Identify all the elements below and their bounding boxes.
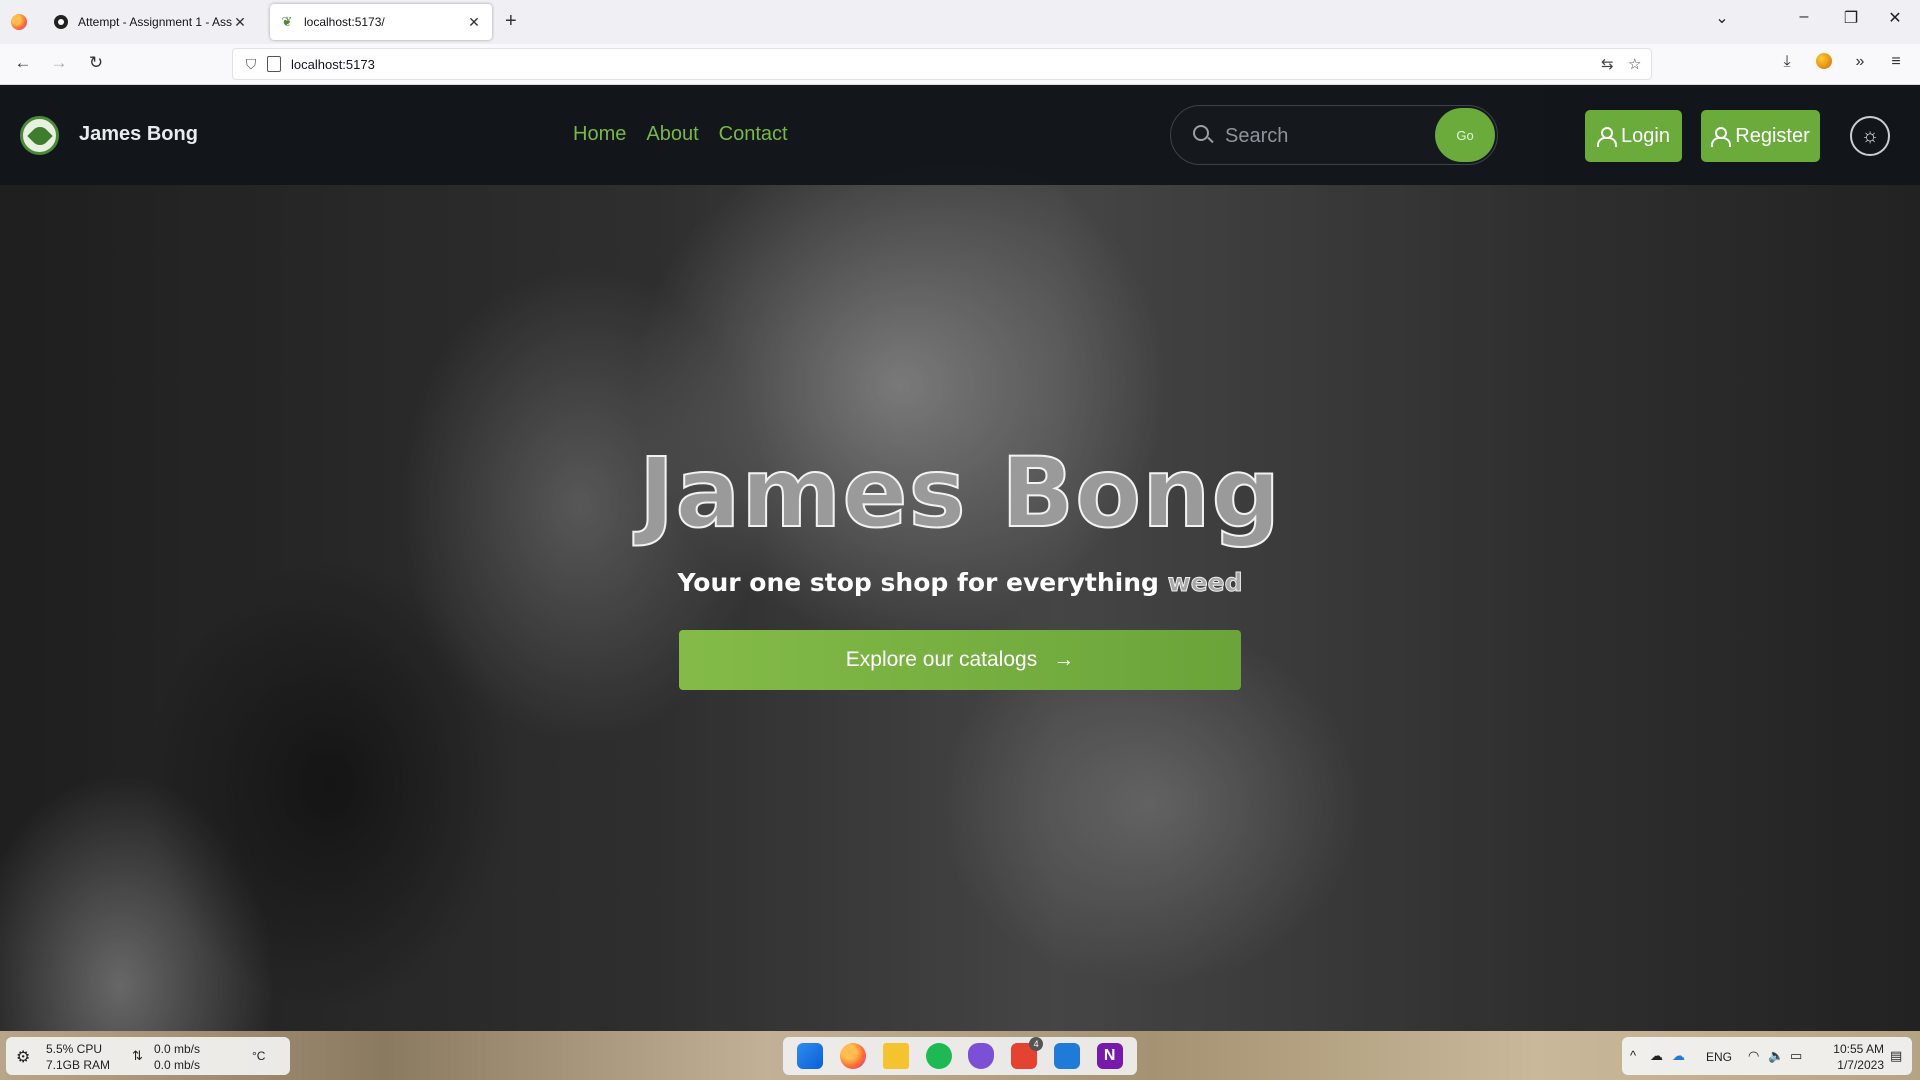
spotify-icon[interactable] [925, 1043, 952, 1069]
notification-badge: 4 [1029, 1037, 1044, 1051]
tab-close-icon[interactable]: ✕ [466, 14, 482, 31]
moodle-favicon-icon [54, 15, 68, 29]
window-close-icon[interactable]: ✕ [1880, 8, 1910, 28]
onenote-icon[interactable]: N [1096, 1043, 1123, 1069]
sun-icon: ☼ [1860, 124, 1880, 147]
downloads-icon[interactable]: ⤓ [1775, 53, 1799, 71]
nav-link-contact[interactable]: Contact [719, 123, 788, 146]
cta-label: Explore our catalogs [845, 648, 1038, 671]
tab-title: localhost:5173/ [304, 15, 385, 29]
onedrive-icon[interactable]: ☁ [1672, 1048, 1685, 1064]
cloud-icon[interactable]: ☁ [1650, 1048, 1663, 1064]
login-label: Login [1621, 124, 1670, 147]
site-navbar: James Bong Home About Contact Go Login R… [0, 85, 1920, 185]
volume-icon[interactable]: 🔈 [1768, 1048, 1784, 1064]
obsidian-icon[interactable] [968, 1043, 995, 1069]
search-input[interactable] [1225, 122, 1395, 150]
windows-taskbar: ⚙ 5.5% CPU 7.1GB RAM ⇅ 0.0 mb/s 0.0 mb/s… [0, 1031, 1920, 1080]
firefox-icon[interactable] [11, 14, 27, 30]
clock[interactable]: 10:55 AM 1/7/2023 [1824, 1041, 1884, 1073]
navigation-toolbar: ← → ↻ ⛉ localhost:5173 ⇆ ☆ ⤓ » ≡ [0, 44, 1920, 85]
login-button[interactable]: Login [1585, 110, 1682, 162]
cpu-ram-readout: 5.5% CPU 7.1GB RAM [46, 1041, 110, 1073]
forward-icon[interactable]: → [47, 53, 71, 75]
nav-link-about[interactable]: About [646, 123, 698, 146]
taskbar-apps: 4 N [783, 1037, 1137, 1075]
reload-icon[interactable]: ↻ [84, 53, 108, 75]
leaf-favicon-icon: ❦ [281, 14, 293, 29]
tab-title: Attempt - Assignment 1 - Assig [78, 15, 232, 29]
bookmark-star-icon[interactable]: ☆ [1628, 55, 1641, 73]
address-bar[interactable]: ⛉ localhost:5173 ⇆ ☆ [232, 48, 1652, 80]
cpu-usage: 5.5% CPU [46, 1042, 103, 1056]
hero-subtitle-highlight: weed [1167, 568, 1243, 598]
hero-subtitle-text: Your one stop shop for everything [677, 568, 1159, 597]
search-icon [1193, 125, 1209, 141]
clock-time: 10:55 AM [1833, 1042, 1884, 1056]
search-form: Go [1170, 105, 1498, 165]
minimize-icon[interactable]: – [1789, 8, 1819, 26]
user-plus-icon [1711, 127, 1732, 147]
search-go-button[interactable]: Go [1435, 108, 1495, 162]
network-arrows-icon: ⇅ [132, 1048, 143, 1063]
tab-close-icon[interactable]: ✕ [232, 14, 248, 31]
browser-tab-bar: Attempt - Assignment 1 - Assig ✕ ❦ local… [0, 0, 1920, 44]
battery-icon[interactable]: ▭ [1790, 1048, 1802, 1064]
windows-start-icon[interactable] [797, 1043, 824, 1069]
todoist-icon[interactable]: 4 [1011, 1037, 1044, 1069]
hero-subtitle: Your one stop shop for everything weed [0, 568, 1920, 598]
chevron-up-icon[interactable]: ^ [1630, 1048, 1636, 1063]
language-indicator[interactable]: ENG [1706, 1050, 1732, 1064]
restore-icon[interactable]: ❐ [1836, 8, 1866, 28]
translate-icon[interactable]: ⇆ [1601, 55, 1614, 73]
profile-icon[interactable] [1812, 53, 1836, 74]
notifications-icon[interactable]: ▤ [1890, 1048, 1902, 1064]
vscode-icon[interactable] [1053, 1043, 1080, 1069]
hero-title: James Bong [638, 436, 1282, 550]
page-info-icon[interactable] [267, 56, 281, 72]
tab-assignment[interactable]: Attempt - Assignment 1 - Assig ✕ [44, 4, 258, 40]
arrow-right-icon: → [1053, 648, 1075, 671]
gear-icon: ⚙ [16, 1049, 31, 1066]
nav-links: Home About Contact [573, 123, 788, 146]
url-text[interactable]: localhost:5173 [291, 57, 375, 72]
explore-catalogs-button[interactable]: Explore our catalogs → [679, 630, 1241, 690]
firefox-taskbar-icon[interactable] [840, 1043, 867, 1069]
nav-link-home[interactable]: Home [573, 123, 626, 146]
brand-logo-icon[interactable] [20, 116, 59, 155]
back-icon[interactable]: ← [11, 53, 35, 75]
tab-localhost[interactable]: ❦ localhost:5173/ ✕ [270, 4, 492, 40]
theme-toggle-button[interactable]: ☼ [1850, 116, 1890, 156]
ram-usage: 7.1GB RAM [46, 1058, 111, 1072]
file-explorer-icon[interactable] [882, 1043, 909, 1069]
temperature-readout: °C [252, 1049, 266, 1063]
register-button[interactable]: Register [1701, 110, 1820, 162]
net-up: 0.0 mb/s [154, 1058, 201, 1072]
list-tabs-icon[interactable]: ⌄ [1707, 8, 1737, 28]
network-readout: 0.0 mb/s 0.0 mb/s [154, 1041, 200, 1073]
system-monitor-widget[interactable]: ⚙ 5.5% CPU 7.1GB RAM ⇅ 0.0 mb/s 0.0 mb/s… [6, 1037, 290, 1075]
brand-name[interactable]: James Bong [79, 123, 198, 146]
clock-date: 1/7/2023 [1837, 1058, 1884, 1072]
net-down: 0.0 mb/s [154, 1042, 201, 1056]
hero-overlay [0, 85, 1920, 1031]
shield-icon[interactable]: ⛉ [241, 56, 261, 73]
website-viewport: James Bong Home About Contact Go Login R… [0, 85, 1920, 1031]
user-icon [1597, 127, 1618, 147]
wifi-icon[interactable]: ◠ [1748, 1048, 1759, 1064]
system-tray: ^ ☁ ☁ ENG ◠ 🔈 ▭ 10:55 AM 1/7/2023 ▤ [1622, 1037, 1912, 1075]
more-tools-icon[interactable]: » [1848, 53, 1872, 71]
register-label: Register [1735, 124, 1810, 147]
new-tab-icon[interactable]: + [505, 10, 517, 33]
app-menu-icon[interactable]: ≡ [1884, 53, 1908, 71]
